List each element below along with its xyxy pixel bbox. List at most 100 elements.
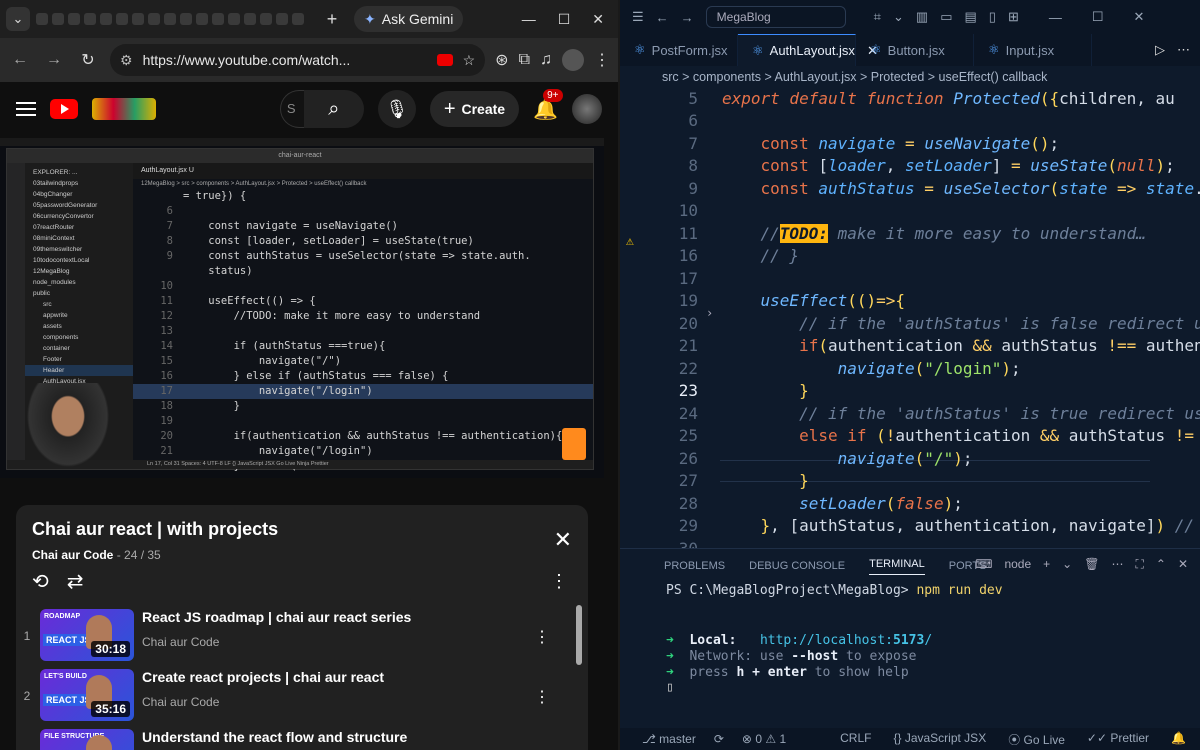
toggle-panel-icon[interactable]: ▤ — [964, 9, 976, 25]
chevron-down-icon[interactable]: ⌄ — [1062, 557, 1072, 572]
sync-icon[interactable]: ⟳ — [714, 732, 724, 746]
profile-icon[interactable] — [562, 49, 584, 71]
search-input[interactable]: S — [279, 90, 304, 128]
panel-tab[interactable]: TERMINAL — [869, 558, 925, 575]
playlist-scrollbar[interactable] — [576, 605, 582, 665]
command-center-search[interactable]: MegaBlog — [705, 6, 846, 28]
create-button[interactable]: + Create — [429, 91, 520, 127]
panel-tab[interactable]: DEBUG CONSOLE — [749, 560, 845, 572]
ask-gemini-button[interactable]: ✦ Ask Gemini — [354, 6, 464, 32]
fold-chevron-icon[interactable]: › — [706, 306, 713, 320]
microphone-icon[interactable]: 🎙 — [377, 90, 416, 128]
tab-favicon[interactable] — [148, 13, 160, 25]
playlist-channel[interactable]: Chai aur Code — [32, 548, 113, 562]
video-title[interactable]: Understand the react flow and structure — [142, 729, 522, 745]
branch-indicator[interactable]: ⎇ master — [642, 732, 696, 746]
tab-favicon[interactable] — [36, 13, 48, 25]
editor-tab[interactable]: ⚛ PostForm.jsx — [620, 34, 738, 66]
language-indicator[interactable]: {} JavaScript JSX — [893, 731, 986, 748]
extension-icon[interactable]: ⊛ — [495, 50, 508, 70]
copilot-icon[interactable]: ⌗ — [874, 9, 881, 25]
editor-tab[interactable]: ⚛ AuthLayout.jsx ✕ — [738, 34, 878, 66]
breadcrumb[interactable]: src > components > AuthLayout.jsx > Prot… — [620, 66, 1200, 88]
maximize-panel-icon[interactable]: ⛶ — [1135, 557, 1143, 572]
tab-favicon[interactable] — [52, 13, 64, 25]
shuffle-icon[interactable]: ⇄ — [67, 569, 84, 594]
tab-favicon[interactable] — [100, 13, 112, 25]
media-control-icon[interactable]: ♫ — [540, 51, 552, 69]
maximize-icon[interactable]: ☐ — [1092, 9, 1104, 25]
loop-icon[interactable]: ⟲ — [32, 569, 49, 594]
close-icon[interactable]: ✕ — [592, 11, 604, 28]
more-options-icon[interactable]: ⋯ — [1111, 557, 1123, 572]
account-avatar[interactable] — [572, 94, 602, 124]
tab-favicon[interactable] — [260, 13, 272, 25]
back-icon[interactable]: ← — [656, 10, 669, 25]
chevron-up-icon[interactable]: ⌃ — [1156, 557, 1166, 572]
terminal-icon[interactable]: ⌨ — [975, 557, 992, 572]
youtube-doodle[interactable] — [92, 98, 156, 120]
tab-favicon[interactable] — [276, 13, 288, 25]
playlist-item[interactable]: 1 ROADMAP REACT JS 30:18 React JS roadmap | … — [16, 601, 588, 661]
new-terminal-icon[interactable]: + — [1043, 557, 1050, 572]
warning-icon[interactable]: ⚠ — [626, 234, 634, 249]
tab-search-button[interactable]: ⌄ — [6, 7, 30, 31]
video-player[interactable]: chai-aur-react EXPLORER: ... 03tailwindpr… — [0, 138, 604, 478]
close-icon[interactable]: ✕ — [1134, 9, 1145, 25]
url-field[interactable]: ⚙ https://www.youtube.com/watch... ☆ — [110, 44, 486, 76]
tab-favicon[interactable] — [116, 13, 128, 25]
run-icon[interactable]: ▷ ⋯ — [1155, 34, 1200, 66]
forward-icon[interactable]: → — [681, 10, 694, 25]
video-thumbnail[interactable]: ROADMAP REACT JS 30:18 — [40, 609, 134, 661]
more-options-icon[interactable]: ⋮ — [550, 571, 568, 592]
notifications-bell-icon[interactable]: 🔔 — [1171, 731, 1186, 748]
playlist-item[interactable]: FILE STRUCTURE Understand the react flow … — [16, 721, 588, 750]
panel-tab[interactable]: PROBLEMS — [664, 560, 725, 572]
site-info-icon[interactable]: ⚙ — [120, 52, 133, 69]
maximize-icon[interactable]: ☐ — [558, 11, 571, 28]
tab-favicon[interactable] — [164, 13, 176, 25]
eol-indicator[interactable]: CRLF — [840, 731, 871, 748]
video-thumbnail[interactable]: LET'S BUILD REACT JS 35:16 — [40, 669, 134, 721]
go-live-button[interactable]: ⦿ Go Live — [1008, 731, 1065, 748]
reload-icon[interactable]: ↻ — [76, 50, 100, 70]
more-options-icon[interactable]: ⋮ — [534, 687, 550, 707]
minimize-icon[interactable]: — — [522, 11, 536, 28]
toggle-secondary-icon[interactable]: ▯ — [989, 9, 996, 25]
search-icon[interactable]: ⌕ — [303, 90, 364, 128]
terminal-name[interactable]: node — [1004, 557, 1031, 572]
playlist-title[interactable]: Chai aur react | with projects — [32, 519, 572, 540]
forward-icon[interactable]: → — [42, 51, 66, 69]
tab-favicon[interactable] — [244, 13, 256, 25]
problems-indicator[interactable]: ⊗ 0 ⚠ 1 — [742, 732, 786, 746]
back-icon[interactable]: ← — [8, 51, 32, 69]
close-icon[interactable]: ✕ — [554, 527, 572, 553]
extensions-puzzle-icon[interactable]: ⧉ — [519, 51, 530, 69]
youtube-logo[interactable] — [50, 99, 78, 119]
trash-icon[interactable]: 🗑 — [1084, 557, 1099, 572]
customize-layout-icon[interactable]: ⊞ — [1008, 9, 1019, 25]
browser-menu-icon[interactable]: ⋮ — [594, 50, 610, 70]
video-channel[interactable]: Chai aur Code — [142, 695, 522, 709]
toggle-sidebar-icon[interactable]: ▭ — [940, 9, 952, 25]
video-channel[interactable]: Chai aur Code — [142, 635, 522, 649]
new-tab-button[interactable]: + — [320, 7, 344, 31]
tab-favicon[interactable] — [292, 13, 304, 25]
code-editor[interactable]: 5 export default function Protected({chil… — [620, 88, 1200, 548]
more-options-icon[interactable]: ⋮ — [534, 627, 550, 647]
bookmark-star-icon[interactable]: ☆ — [463, 52, 476, 69]
youtube-app-icon[interactable] — [436, 54, 453, 66]
tab-favicon[interactable] — [180, 13, 192, 25]
notifications-bell-icon[interactable]: 🔔 9+ — [533, 88, 563, 122]
editor-tab[interactable]: ⚛ Input.jsx — [974, 34, 1092, 66]
tab-favicon[interactable] — [84, 13, 96, 25]
menu-icon[interactable]: ☰ — [632, 9, 644, 25]
tab-favicon[interactable] — [196, 13, 208, 25]
video-title[interactable]: React JS roadmap | chai aur react series — [142, 609, 522, 625]
video-thumbnail[interactable]: FILE STRUCTURE — [40, 729, 134, 750]
close-icon[interactable]: ✕ — [1178, 557, 1188, 572]
tab-favicon[interactable] — [228, 13, 240, 25]
playlist-item[interactable]: 2 LET'S BUILD REACT JS 35:16 Create react pr… — [16, 661, 588, 721]
terminal-cursor[interactable]: ▯ — [666, 680, 674, 695]
tab-favicon[interactable] — [212, 13, 224, 25]
